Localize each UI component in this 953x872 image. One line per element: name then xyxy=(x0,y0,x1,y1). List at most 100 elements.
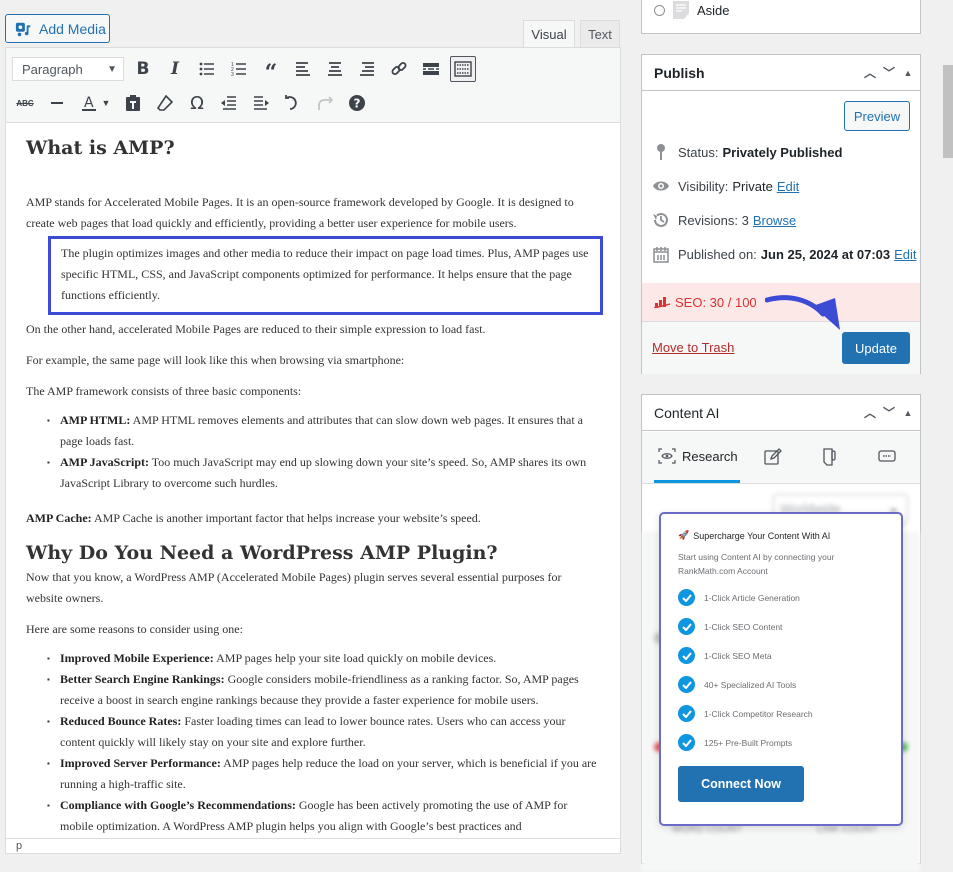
content-ai-connect-card: 🚀 Supercharge Your Content With AI Start… xyxy=(659,512,903,826)
redo-icon xyxy=(318,96,334,110)
undo-button[interactable] xyxy=(280,90,306,116)
feature-item: 125+ Pre-Built Prompts xyxy=(678,728,901,757)
special-character-icon: Ω xyxy=(190,92,204,114)
clear-formatting-button[interactable] xyxy=(152,90,178,116)
list-item-term: AMP JavaScript: xyxy=(60,455,149,469)
read-more-button[interactable] xyxy=(418,56,444,82)
tab-ai-tools[interactable] xyxy=(822,432,838,482)
editor-content[interactable]: What is AMP? AMP stands for Accelerated … xyxy=(6,124,620,840)
collapse-toggle-icon[interactable]: ▲ xyxy=(900,408,916,418)
feature-item: 1-Click Competitor Research xyxy=(678,699,901,728)
heading-what-is-amp: What is AMP? xyxy=(26,137,175,159)
indent-button[interactable] xyxy=(248,90,274,116)
edit-icon xyxy=(764,448,782,465)
outdent-button[interactable] xyxy=(216,90,242,116)
preview-button[interactable]: Preview xyxy=(844,101,910,131)
format-select[interactable]: Paragraph ▼ xyxy=(12,57,124,81)
bold-icon: B xyxy=(136,59,150,79)
feature-label: 1-Click Article Generation xyxy=(704,592,800,603)
list-item: Compliance with Google’s Recommendations… xyxy=(47,795,600,837)
connect-now-button[interactable]: Connect Now xyxy=(678,766,804,802)
publish-title: Publish xyxy=(654,64,705,81)
term: AMP Cache: xyxy=(26,511,92,525)
list-item: Improved Mobile Experience: AMP pages he… xyxy=(47,648,600,669)
strikethrough-icon: ABC xyxy=(16,98,34,108)
card-description: Start using Content AI by connecting you… xyxy=(678,552,835,576)
feature-label: 125+ Pre-Built Prompts xyxy=(704,737,793,748)
align-left-icon xyxy=(296,62,310,76)
feature-label: 1-Click SEO Meta xyxy=(704,650,772,661)
align-right-button[interactable] xyxy=(354,56,380,82)
move-up-icon[interactable]: ︿ xyxy=(862,64,878,81)
tab-research[interactable]: Research xyxy=(654,432,740,483)
italic-icon: I xyxy=(171,59,179,79)
tab-chat[interactable] xyxy=(878,432,896,482)
revisions-browse-link[interactable]: Browse xyxy=(753,213,796,228)
check-circle-icon xyxy=(678,647,695,664)
add-media-button[interactable]: Add Media xyxy=(5,14,110,43)
list-item: Improved Server Performance: AMP pages h… xyxy=(47,753,600,795)
visibility-row: Visibility: Private Edit xyxy=(652,177,799,195)
card-title: 🚀 Supercharge Your Content With AI xyxy=(678,530,901,541)
numbered-list-icon: 123 xyxy=(231,62,246,78)
feature-label: 1-Click SEO Content xyxy=(704,621,783,632)
published-edit-link[interactable]: Edit xyxy=(894,247,916,262)
seo-score: SEO: 30 / 100 xyxy=(675,294,757,310)
svg-text:?: ? xyxy=(354,97,361,111)
published-label: Published on: xyxy=(678,246,757,262)
components-list: AMP HTML: AMP HTML removes elements and … xyxy=(26,410,600,494)
feature-item: 1-Click SEO Meta xyxy=(678,641,901,670)
tab-visual[interactable]: Visual xyxy=(523,20,575,48)
special-character-button[interactable]: Ω xyxy=(184,90,210,116)
rank-math-icon xyxy=(654,297,670,308)
strikethrough-button[interactable]: ABC xyxy=(12,90,38,116)
link-button[interactable] xyxy=(386,56,412,82)
status-row: Status: Privately Published xyxy=(652,143,842,161)
align-center-button[interactable] xyxy=(322,56,348,82)
check-circle-icon xyxy=(678,589,695,606)
italic-button[interactable]: I xyxy=(162,56,188,82)
format-radio-aside[interactable] xyxy=(654,4,665,16)
list-item-text: AMP pages help your site load quickly on… xyxy=(213,651,497,665)
feature-label: 40+ Specialized AI Tools xyxy=(704,679,797,690)
horizontal-line-button[interactable] xyxy=(44,90,70,116)
format-select-value: Paragraph xyxy=(22,61,83,77)
list-item-term: Reduced Bounce Rates: xyxy=(60,714,182,728)
redo-button[interactable] xyxy=(312,90,338,116)
text-color-button[interactable]: A ▼ xyxy=(76,90,114,116)
bullet-list-button[interactable] xyxy=(194,56,220,82)
revisions-count: 3 xyxy=(741,212,749,228)
feature-item: 40+ Specialized AI Tools xyxy=(678,670,901,699)
reasons-list: Improved Mobile Experience: AMP pages he… xyxy=(26,648,600,837)
move-down-icon[interactable]: ﹀ xyxy=(881,404,897,421)
horizontal-line-icon xyxy=(51,102,63,104)
visibility-edit-link[interactable]: Edit xyxy=(777,179,799,194)
eye-icon xyxy=(652,177,670,195)
move-down-icon[interactable]: ﹀ xyxy=(881,64,897,81)
blockquote-button[interactable]: “ xyxy=(258,56,284,84)
collapse-toggle-icon[interactable]: ▲ xyxy=(900,68,916,78)
update-button[interactable]: Update xyxy=(842,332,910,364)
visibility-label: Visibility: xyxy=(678,178,729,194)
numbered-list-button[interactable]: 123 xyxy=(226,56,252,82)
add-media-icon xyxy=(15,22,31,36)
align-left-button[interactable] xyxy=(290,56,316,82)
bold-button[interactable]: B xyxy=(130,56,156,82)
help-button[interactable]: ? xyxy=(344,90,370,116)
editor-toolbar: Paragraph ▼ B I 123 “ ABC A ▼ Ω ? xyxy=(6,48,620,123)
move-up-icon[interactable]: ︿ xyxy=(862,404,878,421)
paste-text-button[interactable] xyxy=(120,90,146,116)
toolbar-toggle-button[interactable] xyxy=(450,56,476,82)
tab-text[interactable]: Text xyxy=(580,20,620,47)
calendar-icon xyxy=(652,245,670,263)
move-to-trash-link[interactable]: Move to Trash xyxy=(652,340,734,355)
highlighted-paragraph: The plugin optimizes images and other me… xyxy=(48,236,603,315)
feature-item: 1-Click Article Generation xyxy=(678,583,901,612)
scrollbar-thumb[interactable] xyxy=(943,65,953,158)
align-right-icon xyxy=(360,62,374,76)
chat-icon xyxy=(878,450,896,462)
link-icon xyxy=(391,62,407,75)
tab-write[interactable] xyxy=(764,432,782,482)
clear-formatting-icon xyxy=(156,94,174,111)
chevron-down-icon: ▼ xyxy=(107,63,117,75)
